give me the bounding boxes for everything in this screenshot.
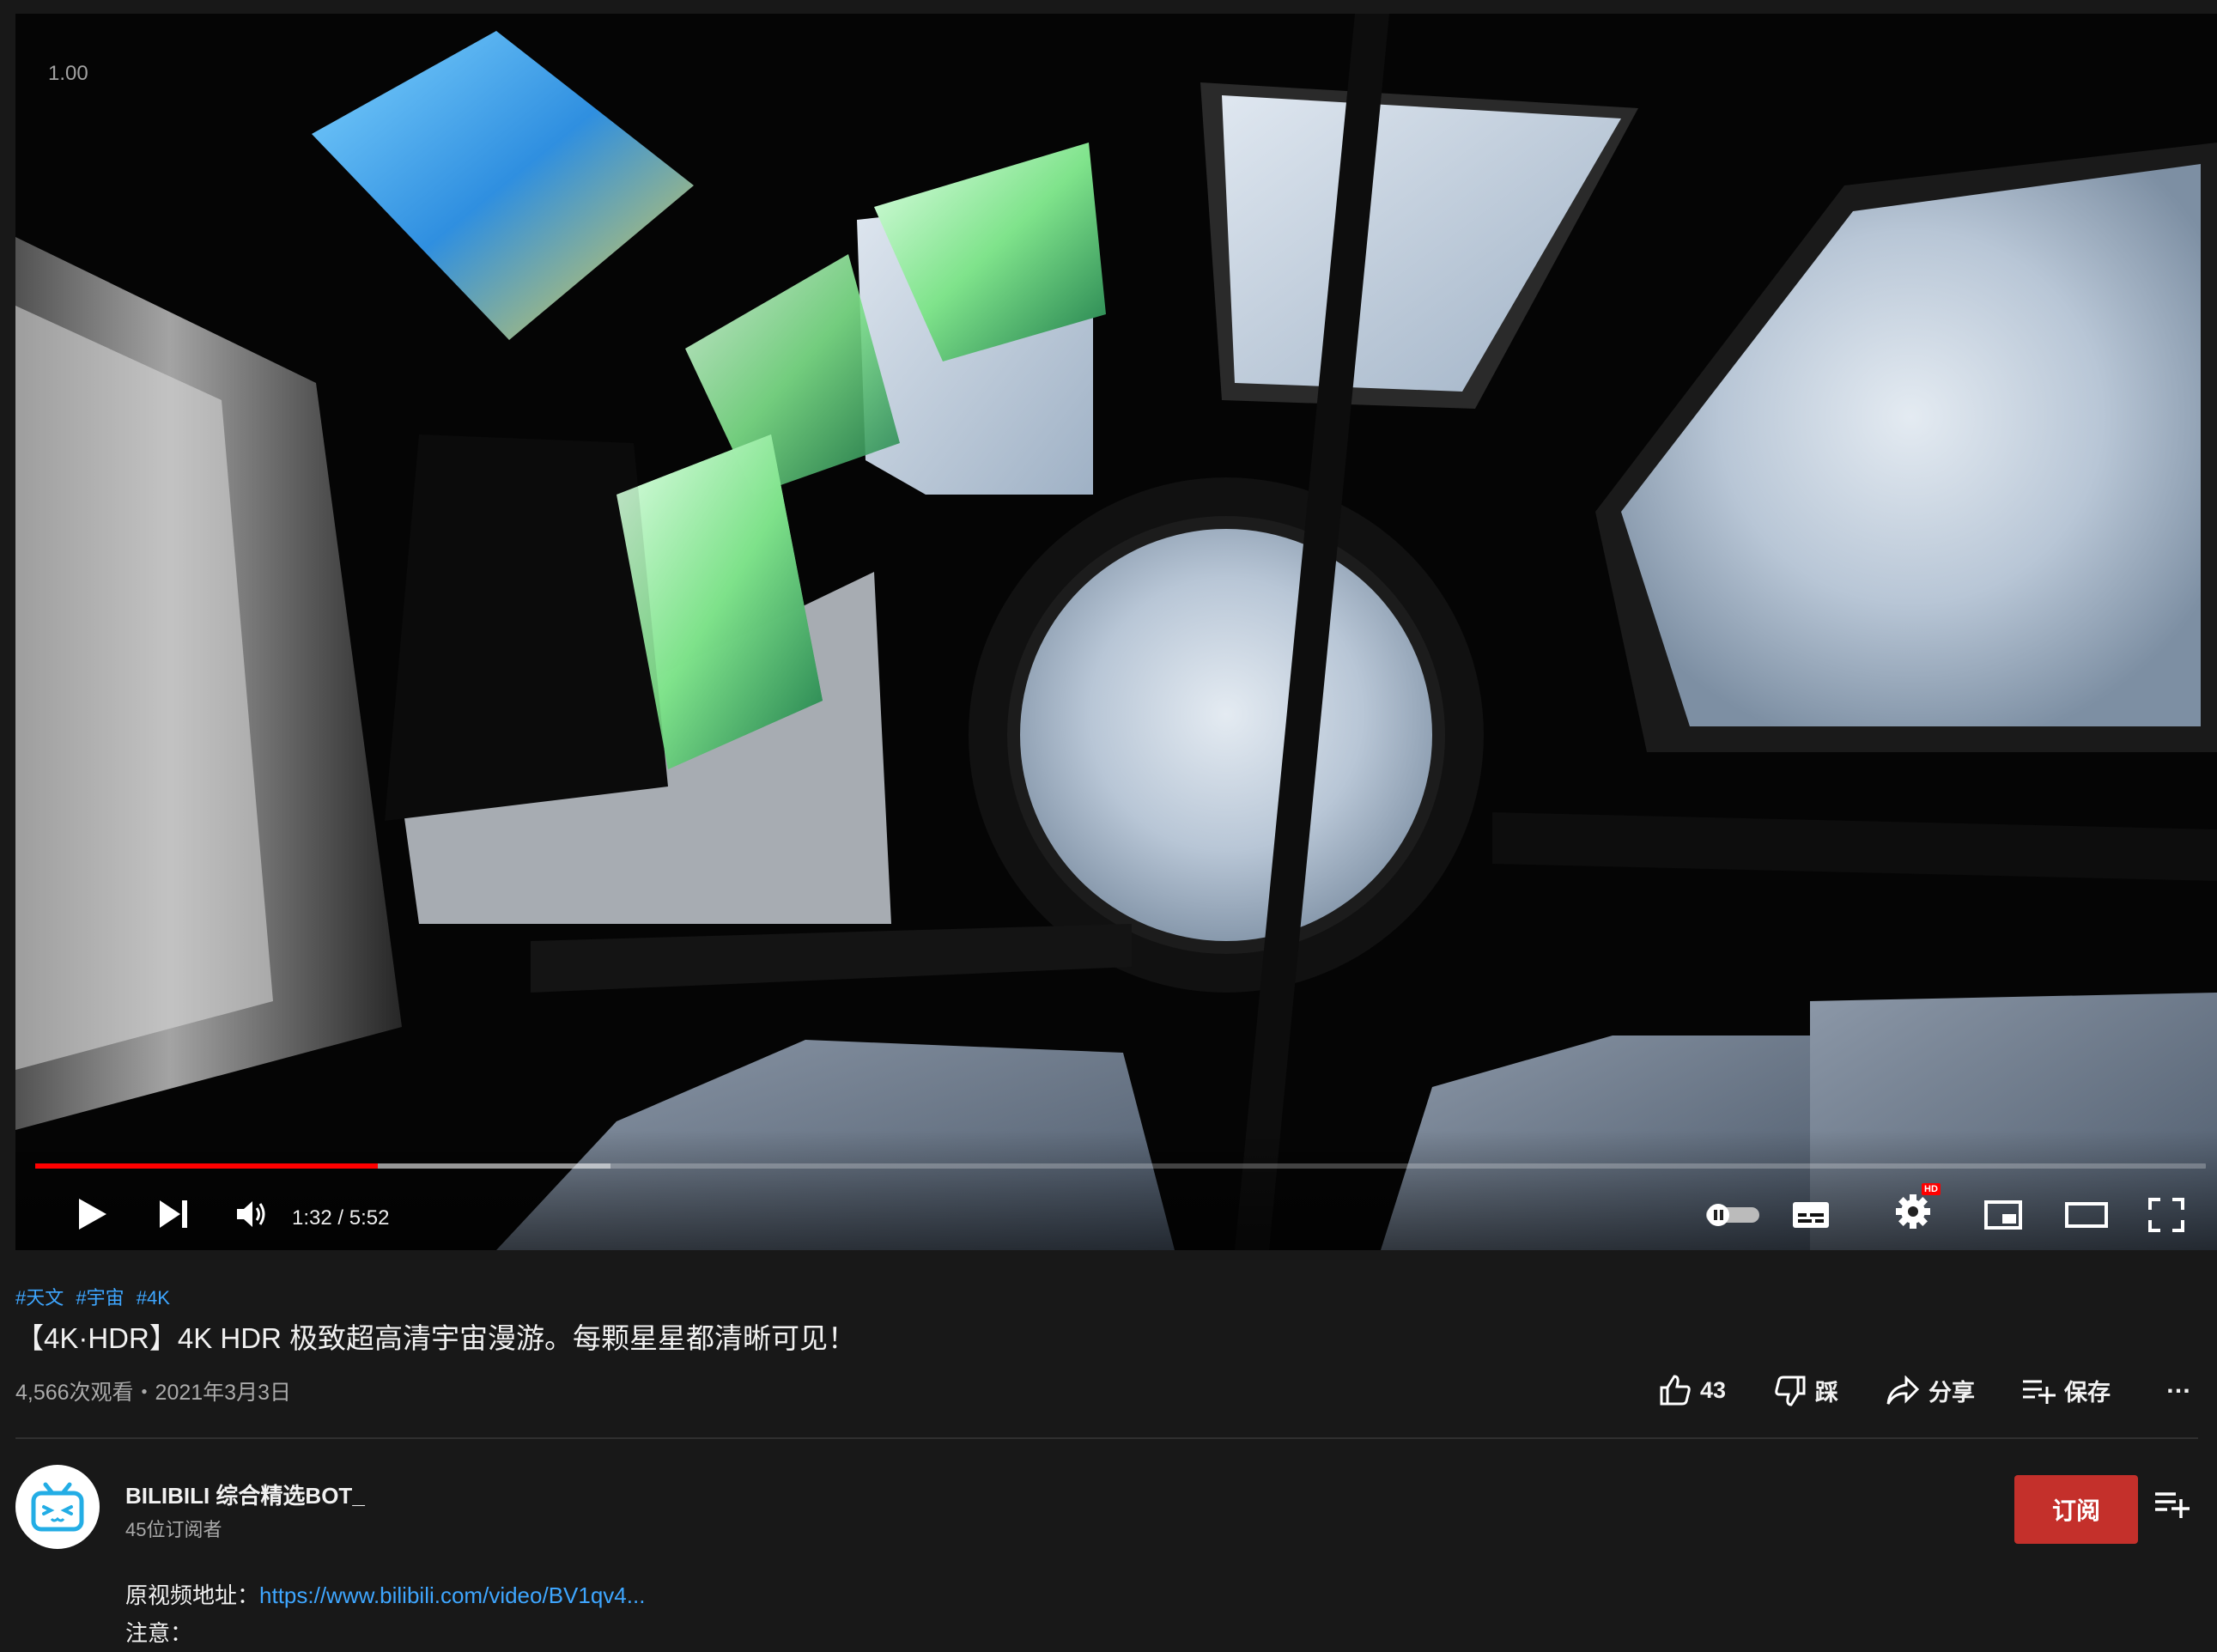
add-to-queue-button[interactable] [2153, 1489, 2190, 1524]
share-icon [1886, 1375, 1920, 1405]
add-to-playlist-icon [2023, 1380, 2056, 1404]
section-divider [15, 1437, 2198, 1439]
thumbs-down-icon [1775, 1376, 1806, 1406]
thumbs-up-icon [1660, 1375, 1691, 1406]
hashtag-list: #天文 #宇宙 #4K [15, 1283, 177, 1310]
channel-avatar[interactable] [15, 1465, 100, 1549]
like-button[interactable]: 43 [1659, 1374, 1726, 1406]
play-icon [79, 1199, 106, 1230]
progress-bar[interactable] [35, 1163, 2206, 1169]
next-icon [160, 1200, 187, 1228]
miniplayer-button[interactable] [1973, 1187, 2033, 1243]
video-player[interactable]: 1.00 1:32 / 5:52 HD [15, 14, 2217, 1250]
playback-speed-label: 1.00 [48, 62, 88, 85]
video-description: 原视频地址：https://www.bilibili.com/video/BV1… [125, 1576, 645, 1652]
video-frame [15, 14, 2217, 1250]
hashtag-link[interactable]: #天文 [15, 1287, 64, 1309]
add-to-queue-icon [2155, 1492, 2190, 1518]
description-source-line: 原视频地址：https://www.bilibili.com/video/BV1… [125, 1576, 645, 1614]
bilibili-tv-icon [27, 1476, 88, 1538]
settings-button[interactable]: HD [1887, 1181, 1941, 1242]
miniplayer-icon [1984, 1200, 2022, 1230]
volume-icon [237, 1201, 265, 1227]
hashtag-link[interactable]: #宇宙 [76, 1287, 124, 1309]
more-actions-button[interactable]: … [2165, 1370, 2191, 1400]
theater-mode-button[interactable] [2054, 1187, 2119, 1243]
source-label: 原视频地址： [125, 1582, 260, 1608]
dislike-button[interactable]: 踩 [1774, 1374, 1838, 1407]
time-display: 1:32 / 5:52 [292, 1206, 390, 1230]
hd-badge: HD [1922, 1183, 1941, 1195]
share-button[interactable]: 分享 [1886, 1374, 1975, 1407]
autoplay-toggle[interactable] [1700, 1193, 1765, 1236]
save-label: 保存 [2064, 1380, 2111, 1406]
autoplay-toggle-icon [1706, 1204, 1759, 1226]
share-label: 分享 [1928, 1380, 1975, 1406]
fullscreen-button[interactable] [2136, 1187, 2196, 1243]
note-label: 注意： [125, 1620, 193, 1646]
dislike-label: 踩 [1815, 1380, 1838, 1406]
video-title: 【4K·HDR】4K HDR 极致超高清宇宙漫游。每颗星星都清晰可见！ [15, 1322, 857, 1354]
view-count-date: 4,566次观看・2021年3月3日 [15, 1381, 291, 1405]
subscriber-count: 45位订阅者 [125, 1519, 222, 1540]
next-button[interactable] [141, 1181, 206, 1247]
progress-played [35, 1163, 379, 1169]
more-icon: … [2165, 1370, 2191, 1399]
save-button[interactable]: 保存 [2021, 1374, 2111, 1407]
subscribe-button[interactable]: 订阅 [2014, 1475, 2138, 1544]
channel-name[interactable]: BILIBILI 综合精选BOT_ [125, 1479, 365, 1510]
volume-button[interactable] [220, 1181, 285, 1247]
source-link[interactable]: https://www.bilibili.com/video/BV1qv4... [259, 1582, 645, 1608]
hashtag-link[interactable]: #4K [137, 1287, 170, 1309]
theater-mode-icon [2065, 1202, 2108, 1228]
subtitles-icon [1793, 1202, 1829, 1228]
like-count: 43 [1700, 1376, 1727, 1403]
fullscreen-icon [2148, 1198, 2184, 1232]
subtitles-button[interactable] [1781, 1187, 1841, 1243]
play-button[interactable] [60, 1181, 125, 1247]
settings-gear-icon [1896, 1194, 1930, 1229]
